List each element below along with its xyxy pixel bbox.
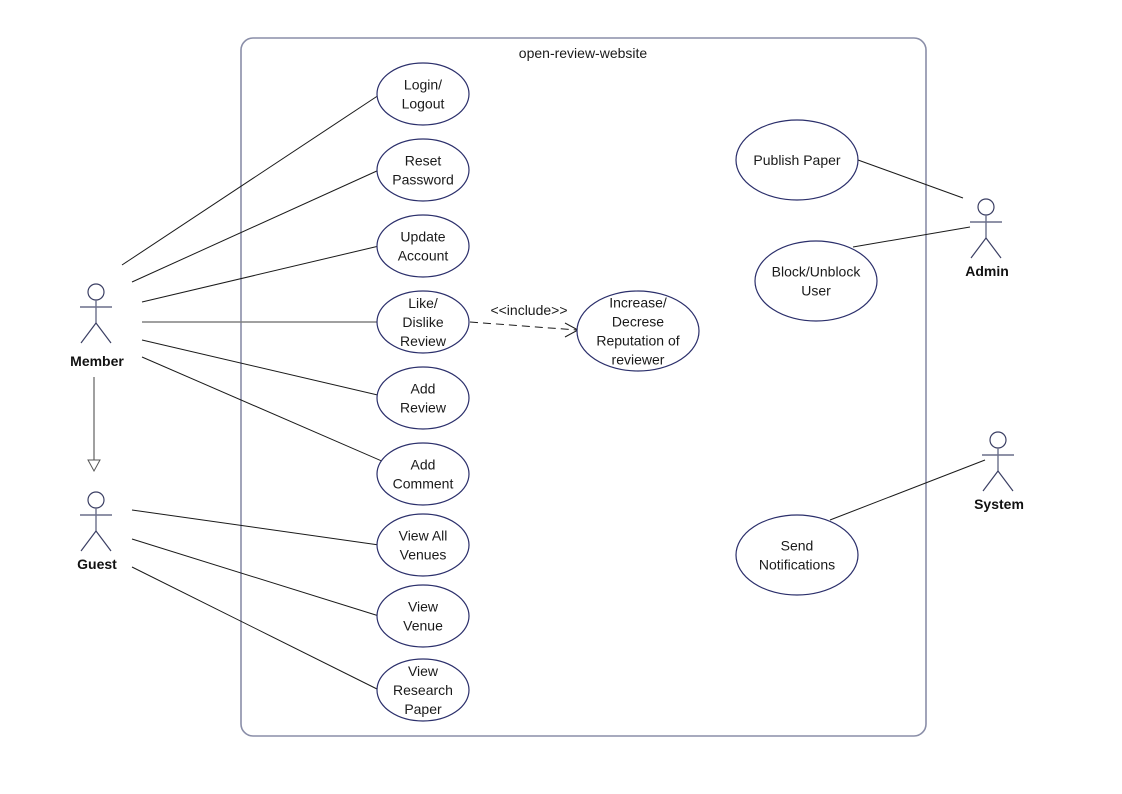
actor-right-leg-icon [985, 237, 1002, 259]
actor-head-icon [87, 491, 105, 509]
actor-label: Member [70, 353, 124, 369]
use-case-label: View [408, 599, 439, 615]
use-case-label: Comment [393, 476, 454, 492]
use-case-update[interactable]: Update Account [376, 214, 470, 278]
associations [121, 94, 986, 691]
use-case-block[interactable]: Block/Unblock User [754, 240, 878, 322]
association-guest-viewpaper[interactable] [131, 566, 380, 691]
use-case-label: Add [411, 381, 436, 397]
use-case-label: reviewer [612, 352, 665, 368]
actor-system[interactable]: System [974, 431, 1024, 512]
use-case-label: User [801, 283, 831, 299]
use-case-label: Like/ [408, 295, 438, 311]
use-case-ellipse[interactable] [376, 62, 470, 126]
use-case-reputation[interactable]: Increase/Decrese Reputation of reviewer [576, 290, 700, 372]
use-case-ellipse[interactable] [376, 513, 470, 577]
actor-label: System [974, 496, 1024, 512]
use-case-label: Send [781, 538, 814, 554]
actor-right-leg-icon [95, 530, 112, 552]
use-case-viewvenue[interactable]: View Venue [376, 584, 470, 648]
include-line[interactable] [469, 321, 578, 331]
use-case-login[interactable]: Login/Logout [376, 62, 470, 126]
use-case-addreview[interactable]: Add Review [376, 366, 470, 430]
association-member-login[interactable] [121, 94, 380, 266]
actor-admin[interactable]: Admin [965, 198, 1009, 279]
use-case-label: Add [411, 457, 436, 473]
generalization-arrowhead-icon [87, 459, 101, 473]
generalization-member-guest [87, 377, 101, 473]
include-dependency: <<include>> [469, 302, 580, 338]
association-member-addcomment[interactable] [141, 356, 385, 463]
use-case-ellipse[interactable] [376, 214, 470, 278]
use-case-publish[interactable]: Publish Paper [735, 119, 859, 201]
use-case-label: View All [399, 528, 448, 544]
use-case-label: Venue [403, 618, 443, 634]
use-case-ellipse[interactable] [376, 442, 470, 506]
actor-member[interactable]: Member [70, 283, 124, 369]
use-case-ellipse[interactable] [376, 584, 470, 648]
actor-left-leg-icon [80, 530, 97, 552]
use-case-label: Dislike [402, 314, 443, 330]
use-case-label: Review [400, 333, 447, 349]
system-boundary-title: open-review-website [519, 45, 648, 61]
use-cases: Login/Logout Reset Password Update Account Li… [376, 62, 878, 722]
association-guest-viewall[interactable] [131, 509, 380, 546]
use-case-label: Block/Unblock [772, 264, 862, 280]
actor-left-leg-icon [80, 322, 97, 344]
use-case-reset[interactable]: Reset Password [376, 138, 470, 202]
use-case-label: Paper [404, 701, 442, 717]
use-case-label: Login/ [404, 77, 442, 93]
use-case-label: Reputation of [596, 333, 679, 349]
actor-right-leg-icon [95, 322, 112, 344]
use-case-label: Logout [402, 96, 445, 112]
use-case-diagram: open-review-website <<include>> Login/Lo… [70, 37, 1024, 737]
use-case-label: Account [398, 248, 449, 264]
use-case-ellipse[interactable] [376, 138, 470, 202]
use-case-label: Reset [405, 153, 442, 169]
include-label: <<include>> [490, 302, 567, 318]
use-case-label: View [408, 663, 439, 679]
use-case-like[interactable]: Like/Dislike Review [376, 290, 470, 354]
association-admin-publish[interactable] [857, 159, 964, 199]
actor-right-leg-icon [997, 470, 1014, 492]
actor-guest[interactable]: Guest [77, 491, 117, 572]
use-case-label: Update [400, 229, 445, 245]
use-case-label: Password [392, 172, 453, 188]
use-case-label: Notifications [759, 557, 835, 573]
use-case-label: Publish Paper [753, 152, 841, 168]
use-case-ellipse[interactable] [376, 366, 470, 430]
use-case-label: Decrese [612, 314, 664, 330]
use-case-label: Review [400, 400, 447, 416]
actor-head-icon [87, 283, 105, 301]
actor-head-icon [989, 431, 1007, 449]
association-member-addreview[interactable] [141, 339, 383, 397]
use-case-label: Venues [400, 547, 447, 563]
association-member-update[interactable] [141, 245, 380, 303]
association-guest-viewvenue[interactable] [131, 538, 380, 617]
use-case-viewpaper[interactable]: View Research Paper [376, 658, 470, 722]
association-member-reset[interactable] [131, 169, 380, 283]
actor-label: Guest [77, 556, 117, 572]
actor-left-leg-icon [982, 470, 999, 492]
actor-left-leg-icon [970, 237, 987, 259]
use-case-label: Research [393, 682, 453, 698]
association-admin-block[interactable] [852, 226, 971, 248]
actor-head-icon [977, 198, 995, 216]
actor-label: Admin [965, 263, 1009, 279]
use-case-notify[interactable]: Send Notifications [735, 514, 859, 596]
actors: Member Guest Admin System [70, 198, 1024, 572]
use-case-viewall[interactable]: View All Venues [376, 513, 470, 577]
use-case-ellipse[interactable] [754, 240, 878, 322]
use-case-label: Increase/ [609, 295, 667, 311]
use-case-ellipse[interactable] [735, 514, 859, 596]
use-case-addcomment[interactable]: Add Comment [376, 442, 470, 506]
association-system-notify[interactable] [829, 459, 986, 521]
